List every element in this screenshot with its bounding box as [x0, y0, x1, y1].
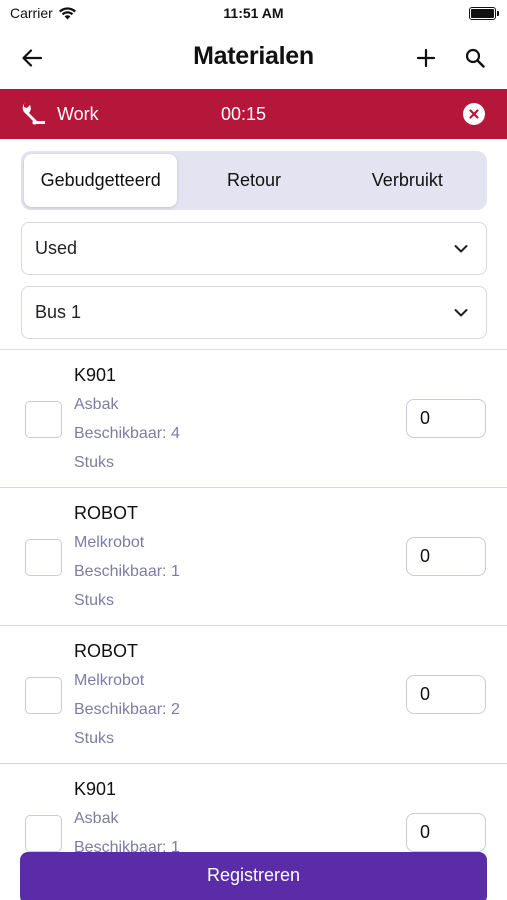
status-dropdown-value: Used [35, 238, 78, 258]
material-list-item[interactable]: K901 Asbak Beschikbaar: 4 Stuks 0 [0, 349, 507, 486]
location-dropdown[interactable]: Bus 1 [21, 286, 487, 339]
item-code: K901 [74, 365, 117, 385]
chevron-down-icon [454, 245, 468, 253]
search-icon [465, 48, 485, 68]
plus-icon [417, 49, 435, 67]
item-availability: Beschikbaar: 4 [74, 425, 180, 442]
quantity-input[interactable]: 0 [406, 675, 486, 714]
quantity-input[interactable]: 0 [406, 537, 486, 576]
item-checkbox[interactable] [25, 677, 62, 714]
add-button[interactable] [412, 44, 440, 72]
work-timer-banner: Work 00:15 [0, 89, 507, 139]
item-availability: Beschikbaar: 1 [74, 839, 180, 852]
item-code: ROBOT [74, 503, 139, 523]
battery-icon [469, 7, 499, 20]
status-bar: Carrier 11:51 AM [0, 0, 507, 28]
item-description: Melkrobot [74, 534, 145, 551]
item-checkbox[interactable] [25, 401, 62, 438]
stop-work-button[interactable] [463, 103, 485, 125]
work-timer: 00:15 [220, 104, 267, 124]
tab-gebudgetteerd[interactable]: Gebudgetteerd [24, 154, 178, 207]
location-dropdown-value: Bus 1 [35, 302, 82, 322]
quantity-input[interactable]: 0 [406, 813, 486, 852]
close-circle-icon [469, 109, 479, 119]
item-availability: Beschikbaar: 1 [74, 563, 180, 580]
item-unit: Stuks [74, 454, 115, 471]
search-button[interactable] [461, 44, 489, 72]
item-availability: Beschikbaar: 2 [74, 701, 180, 718]
navigation-bar: Materialen [0, 30, 507, 86]
material-list-item[interactable]: K901 Asbak Beschikbaar: 1 0 [0, 763, 507, 852]
item-code: K901 [74, 779, 117, 799]
item-checkbox[interactable] [25, 815, 62, 852]
item-unit: Stuks [74, 592, 115, 609]
tab-retour[interactable]: Retour [177, 154, 330, 207]
quantity-input[interactable]: 0 [406, 399, 486, 438]
item-unit: Stuks [74, 730, 115, 747]
item-checkbox[interactable] [25, 539, 62, 576]
item-description: Melkrobot [74, 672, 145, 689]
clock: 11:51 AM [223, 5, 284, 21]
item-description: Asbak [74, 810, 119, 827]
material-type-tabs: Gebudgetteerd Retour Verbruikt [21, 151, 487, 210]
tab-verbruikt[interactable]: Verbruikt [331, 154, 484, 207]
material-list-item[interactable]: ROBOT Melkrobot Beschikbaar: 2 Stuks 0 [0, 625, 507, 762]
item-code: ROBOT [74, 641, 139, 661]
register-button[interactable]: Registreren [20, 852, 487, 900]
status-dropdown[interactable]: Used [21, 222, 487, 275]
material-list-item[interactable]: ROBOT Melkrobot Beschikbaar: 1 Stuks 0 [0, 487, 507, 624]
item-description: Asbak [74, 396, 119, 413]
chevron-down-icon [454, 309, 468, 317]
